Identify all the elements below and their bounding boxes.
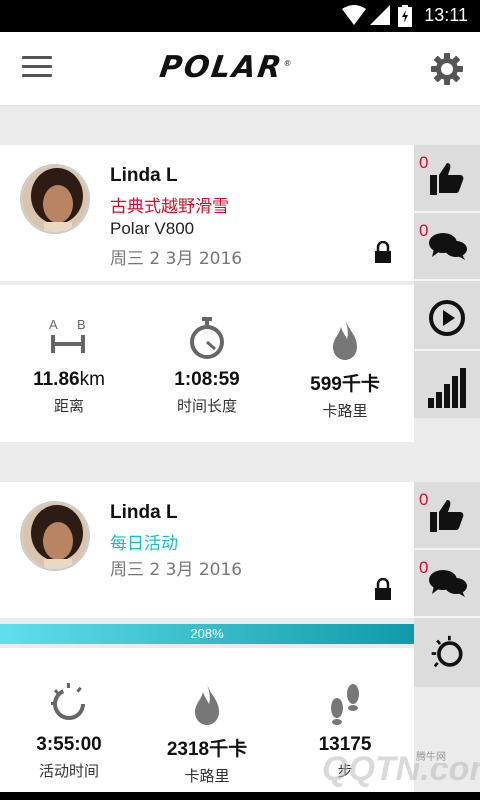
activity-ring-icon: [51, 683, 85, 720]
menu-button[interactable]: [22, 56, 52, 84]
active-time-value: 3:55:00: [36, 734, 102, 755]
svg-text:A: A: [49, 317, 58, 332]
user-name[interactable]: Linda L: [110, 165, 178, 187]
hamburger-icon-line: [22, 65, 52, 68]
site-watermark: QQTN.com 腾牛网: [268, 748, 480, 794]
hamburger-icon-line: [22, 56, 52, 59]
avatar[interactable]: [20, 501, 90, 571]
watermark-text: QQTN.com: [322, 750, 480, 788]
user-name[interactable]: Linda L: [110, 502, 178, 524]
settings-gear-icon[interactable]: [430, 52, 464, 86]
activity-name: 每日活动: [110, 534, 178, 554]
stat-activity-calories: 2318千卡 卡路里: [138, 682, 276, 786]
footsteps-icon: [331, 684, 359, 725]
active-time-label: 活动时间: [38, 762, 99, 780]
flame-icon: [195, 684, 219, 725]
stat-duration: 1:08:59 时间长度: [138, 317, 276, 416]
wifi-icon: [342, 5, 366, 25]
device-name: Polar V800: [110, 219, 195, 238]
calories-label: 卡路里: [322, 402, 368, 420]
comment-button[interactable]: 0: [414, 213, 480, 281]
duration-label: 时间长度: [176, 397, 237, 415]
distance-unit: km: [79, 369, 105, 390]
status-bar: 13:11: [0, 0, 480, 32]
activity-calories-label: 卡路里: [184, 767, 230, 785]
signal-icon: [370, 5, 390, 25]
lock-icon: [375, 578, 391, 600]
training-card-header[interactable]: Linda L 古典式越野滑雪 Polar V800 周三 2 3月 2016: [0, 145, 414, 281]
stat-distance: A B 11.86km 距离: [0, 317, 138, 416]
distance-label: 距离: [53, 397, 84, 415]
hamburger-icon-line: [22, 74, 52, 77]
stat-active-time: 3:55:00 活动时间: [0, 682, 138, 781]
activity-ring-icon: [431, 635, 463, 668]
like-button[interactable]: 0: [414, 482, 480, 550]
stopwatch-icon: [190, 317, 224, 359]
lock-icon: [375, 241, 391, 263]
avatar[interactable]: [20, 164, 90, 234]
activity-calories-value: 2318千卡: [166, 739, 248, 760]
comment-button[interactable]: 0: [414, 550, 480, 618]
bar-chart-icon: [428, 368, 466, 408]
play-icon: [429, 300, 465, 336]
analysis-button[interactable]: [414, 352, 480, 418]
bottom-strip: [0, 792, 480, 800]
daily-activity-progress-bar: 208%: [0, 624, 414, 644]
training-card-stats[interactable]: A B 11.86km 距离 1:08:59 时间长度 599千卡 卡路里: [0, 285, 414, 442]
flame-icon: [333, 319, 357, 360]
sport-name: 古典式越野滑雪: [110, 197, 229, 217]
svg-text:B: B: [77, 317, 86, 332]
duration-value: 1:08:59: [174, 369, 240, 390]
polar-logo: POLAR®: [157, 50, 295, 85]
activity-date: 周三 2 3月 2016: [110, 560, 243, 580]
card-side-actions: 0 0: [414, 482, 480, 687]
training-date: 周三 2 3月 2016: [110, 249, 243, 269]
play-route-button[interactable]: [414, 285, 480, 351]
activity-card-header[interactable]: Linda L 每日活动 周三 2 3月 2016: [0, 482, 414, 618]
thumbs-up-icon: [430, 163, 464, 195]
watermark-small-text: 腾牛网: [414, 748, 448, 763]
calories-value: 599千卡: [310, 374, 380, 395]
activity-detail-button[interactable]: [414, 622, 480, 687]
distance-ab-icon: A B: [49, 317, 86, 353]
status-time: 13:11: [424, 5, 468, 25]
card-side-actions: 0 0: [414, 145, 480, 418]
comments-icon: [429, 233, 467, 260]
battery-icon: [398, 5, 412, 27]
like-button[interactable]: 0: [414, 145, 480, 213]
comments-icon: [429, 570, 467, 597]
distance-value: 11.86: [33, 369, 80, 390]
thumbs-up-icon: [430, 500, 464, 532]
stat-calories: 599千卡 卡路里: [276, 317, 414, 421]
app-bar: POLAR®: [0, 32, 480, 106]
